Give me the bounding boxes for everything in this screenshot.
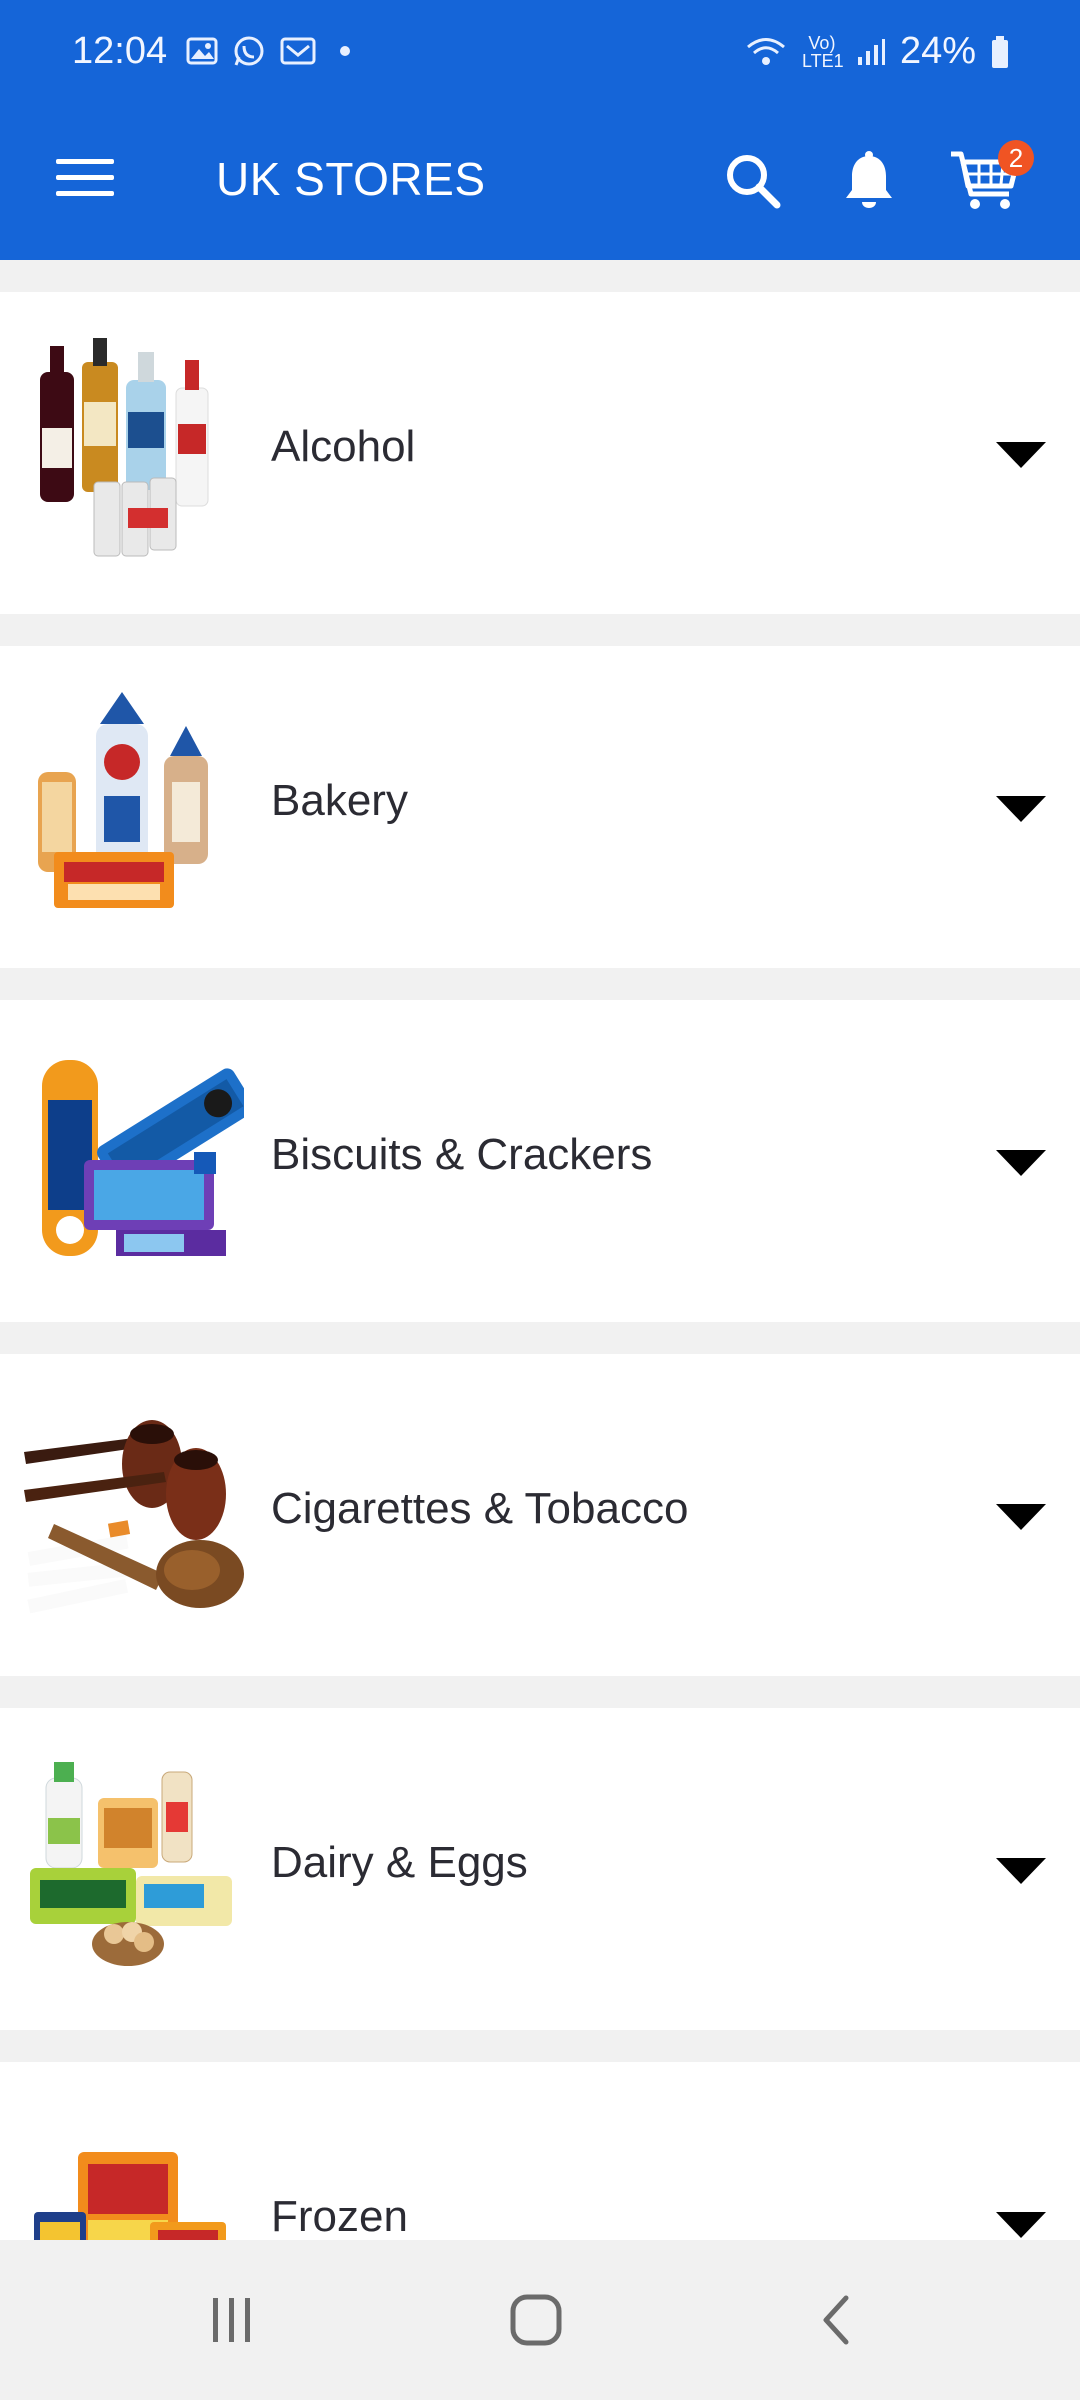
page-title: UK STORES bbox=[216, 153, 486, 205]
category-row-bakery[interactable]: Bakery bbox=[0, 646, 1080, 968]
biscuits-packs-image bbox=[42, 1060, 244, 1256]
notifications-button[interactable] bbox=[824, 136, 914, 226]
email-icon bbox=[280, 37, 316, 65]
search-button[interactable] bbox=[708, 136, 798, 226]
expand-button[interactable] bbox=[992, 1842, 1050, 1900]
expand-button[interactable] bbox=[992, 780, 1050, 838]
recent-apps-button[interactable] bbox=[172, 2280, 292, 2360]
bakery-bread-image bbox=[38, 692, 208, 908]
expand-button[interactable] bbox=[992, 1134, 1050, 1192]
category-row-alcohol[interactable]: Alcohol bbox=[0, 292, 1080, 614]
alcohol-bottles-image bbox=[40, 338, 209, 557]
menu-icon-line bbox=[56, 174, 114, 180]
category-label: Cigarettes & Tobacco bbox=[271, 1484, 689, 1533]
app-bar: 12:04 Vo) LTE1 24% UK STORES 2 bbox=[0, 0, 1080, 260]
caret-down-icon bbox=[996, 1150, 1046, 1176]
expand-button[interactable] bbox=[992, 426, 1050, 484]
recent-apps-icon bbox=[213, 2298, 250, 2342]
whatsapp-icon bbox=[234, 36, 264, 66]
system-nav-bar bbox=[0, 2240, 1080, 2400]
pipes-tobacco-image bbox=[24, 1420, 244, 1614]
category-label: Bakery bbox=[271, 776, 408, 825]
caret-down-icon bbox=[996, 442, 1046, 468]
category-label: Dairy & Eggs bbox=[271, 1838, 528, 1887]
battery-icon bbox=[992, 35, 1008, 68]
menu-button[interactable] bbox=[40, 142, 130, 212]
status-right: Vo) LTE1 24% bbox=[744, 30, 1010, 73]
notification-icons bbox=[186, 34, 360, 68]
home-icon bbox=[510, 2294, 562, 2346]
caret-down-icon bbox=[996, 1504, 1046, 1530]
wifi-icon bbox=[746, 37, 785, 65]
category-label: Biscuits & Crackers bbox=[271, 1130, 653, 1179]
category-row-cigarettes-tobacco[interactable]: Cigarettes & Tobacco bbox=[0, 1354, 1080, 1676]
category-row-dairy-eggs[interactable]: Dairy & Eggs bbox=[0, 1708, 1080, 2030]
menu-icon-line bbox=[56, 190, 114, 196]
dairy-eggs-image bbox=[30, 1762, 232, 1966]
status-bar: 12:04 Vo) LTE1 24% bbox=[0, 0, 1080, 100]
category-row-biscuits-crackers[interactable]: Biscuits & Crackers bbox=[0, 1000, 1080, 1322]
expand-button[interactable] bbox=[992, 1488, 1050, 1546]
category-label: Frozen bbox=[271, 2192, 408, 2241]
menu-icon bbox=[56, 158, 114, 164]
cart-button[interactable]: 2 bbox=[940, 136, 1034, 226]
caret-down-icon bbox=[996, 1858, 1046, 1884]
dot-icon bbox=[340, 46, 350, 56]
caret-down-icon bbox=[996, 796, 1046, 822]
back-icon bbox=[823, 2295, 849, 2345]
battery-percent: 24% bbox=[899, 30, 976, 72]
network-label: Vo) LTE1 bbox=[801, 32, 844, 71]
back-button[interactable] bbox=[776, 2280, 896, 2360]
home-button[interactable] bbox=[476, 2280, 596, 2360]
gallery-icon bbox=[186, 37, 218, 65]
toolbar: UK STORES 2 bbox=[0, 100, 1080, 260]
caret-down-icon bbox=[996, 2212, 1046, 2238]
search-icon bbox=[727, 155, 781, 209]
status-time: 12:04 bbox=[72, 30, 168, 72]
category-label: Alcohol bbox=[271, 422, 416, 471]
signal-icon bbox=[857, 38, 885, 65]
bell-icon bbox=[846, 151, 892, 208]
cart-count-badge: 2 bbox=[998, 140, 1034, 176]
